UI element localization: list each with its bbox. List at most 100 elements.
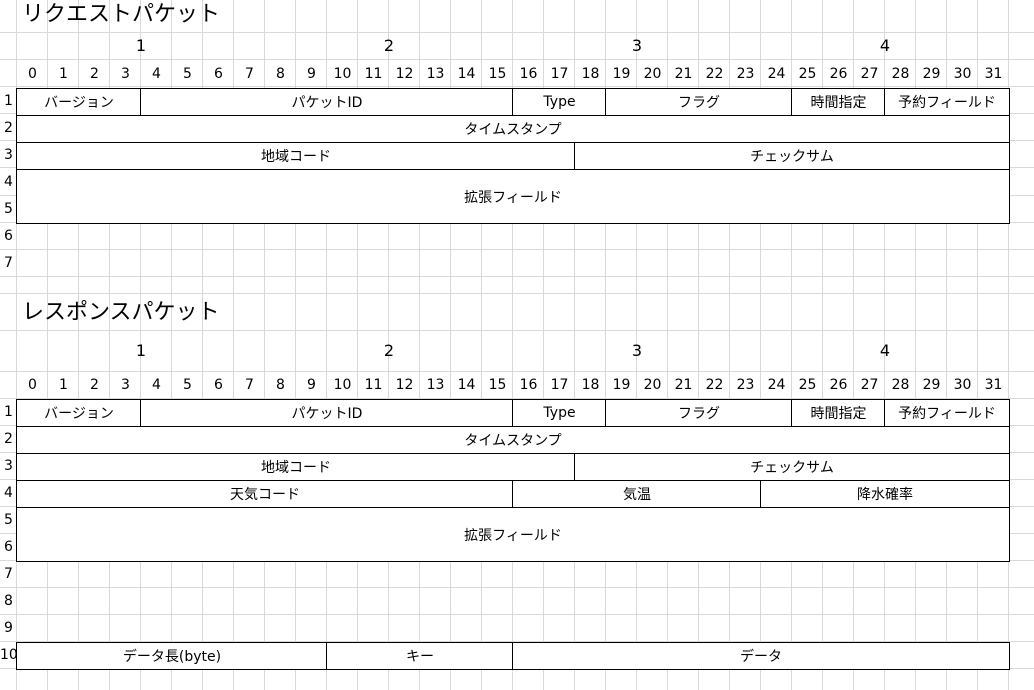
bit-header: 24 <box>767 377 786 393</box>
bit-header: 12 <box>395 66 414 82</box>
byte-header: 2 <box>383 341 395 360</box>
packet-field[interactable]: チェックサム <box>574 142 1010 170</box>
byte-header: 3 <box>631 341 643 360</box>
byte-header: 1 <box>135 36 147 55</box>
grid-line-horizontal <box>0 276 1034 277</box>
bit-header: 21 <box>674 377 693 393</box>
bit-header: 29 <box>922 377 941 393</box>
bit-header: 23 <box>736 377 755 393</box>
packet-field[interactable]: フラグ <box>605 88 793 116</box>
bit-header: 10 <box>333 66 352 82</box>
packet-field[interactable]: 時間指定 <box>791 88 886 116</box>
grid-line-horizontal <box>0 371 1034 372</box>
response-section-title: レスポンスパケット <box>22 300 220 325</box>
bit-header: 23 <box>736 66 755 82</box>
packet-field[interactable]: キー <box>326 642 514 670</box>
bit-header: 25 <box>798 66 817 82</box>
bit-header: 18 <box>581 66 600 82</box>
grid-line-horizontal <box>0 59 1034 60</box>
packet-field[interactable]: バージョン <box>16 399 142 427</box>
bit-header: 17 <box>550 66 569 82</box>
packet-field[interactable]: 地域コード <box>16 453 576 481</box>
bit-header: 27 <box>860 66 879 82</box>
bit-header: 3 <box>121 66 130 82</box>
packet-field[interactable]: チェックサム <box>574 453 1010 481</box>
bit-header: 0 <box>28 66 37 82</box>
bit-header: 7 <box>245 66 254 82</box>
bit-header: 9 <box>307 66 316 82</box>
row-number: 1 <box>4 404 13 420</box>
packet-field[interactable]: Type <box>512 88 607 116</box>
row-number: 6 <box>4 228 13 244</box>
bit-header: 2 <box>90 377 99 393</box>
row-number: 4 <box>4 485 13 501</box>
grid-line-horizontal <box>0 249 1034 250</box>
spreadsheet-grid[interactable]: リクエストパケット 1 2 3 4 0 1 2 3 4 5 6 7 8 9 10 11 12 13 14 15 16 17 1… <box>0 0 1034 690</box>
grid-line-horizontal <box>0 587 1034 588</box>
bit-header: 14 <box>457 66 476 82</box>
packet-field[interactable]: パケットID <box>140 88 514 116</box>
bit-header: 7 <box>245 377 254 393</box>
bit-header: 0 <box>28 377 37 393</box>
bit-header: 6 <box>214 66 223 82</box>
bit-header: 20 <box>643 377 662 393</box>
row-number: 2 <box>4 120 13 136</box>
bit-header: 13 <box>426 377 445 393</box>
packet-field[interactable]: 天気コード <box>16 480 514 508</box>
bit-header: 22 <box>705 66 724 82</box>
bit-header: 21 <box>674 66 693 82</box>
row-number: 3 <box>4 147 13 163</box>
bit-header: 30 <box>953 377 972 393</box>
packet-field[interactable]: バージョン <box>16 88 142 116</box>
row-number: 2 <box>4 431 13 447</box>
grid-line-horizontal <box>0 86 1034 87</box>
row-number: 7 <box>4 255 13 271</box>
byte-header: 3 <box>631 36 643 55</box>
packet-field[interactable]: 予約フィールド <box>884 399 1010 427</box>
bit-header: 22 <box>705 377 724 393</box>
bit-header: 19 <box>612 66 631 82</box>
bit-header: 19 <box>612 377 631 393</box>
request-section-title: リクエストパケット <box>22 2 221 27</box>
packet-field[interactable]: 拡張フィールド <box>16 169 1010 224</box>
bit-header: 13 <box>426 66 445 82</box>
packet-field[interactable]: パケットID <box>140 399 514 427</box>
bit-header: 10 <box>333 377 352 393</box>
row-number: 9 <box>4 620 13 636</box>
packet-field[interactable]: 気温 <box>512 480 762 508</box>
bit-header: 25 <box>798 377 817 393</box>
bit-header: 11 <box>364 377 383 393</box>
grid-line-horizontal <box>0 614 1034 615</box>
bit-header: 2 <box>90 66 99 82</box>
bit-header: 5 <box>183 66 192 82</box>
row-number: 10 <box>0 647 18 663</box>
bit-header: 8 <box>276 377 285 393</box>
bit-header: 5 <box>183 377 192 393</box>
row-number: 3 <box>4 458 13 474</box>
bit-header: 8 <box>276 66 285 82</box>
packet-field[interactable]: タイムスタンプ <box>16 115 1010 143</box>
bit-header: 29 <box>922 66 941 82</box>
bit-header: 20 <box>643 66 662 82</box>
bit-header: 6 <box>214 377 223 393</box>
packet-field[interactable]: データ長(byte) <box>16 642 328 670</box>
bit-header: 9 <box>307 377 316 393</box>
packet-field[interactable]: フラグ <box>605 399 793 427</box>
packet-field[interactable]: 降水確率 <box>760 480 1010 508</box>
packet-field[interactable]: 拡張フィールド <box>16 507 1010 562</box>
packet-field[interactable]: Type <box>512 399 607 427</box>
bit-header: 26 <box>829 66 848 82</box>
packet-field[interactable]: 地域コード <box>16 142 576 170</box>
packet-field[interactable]: データ <box>512 642 1010 670</box>
bit-header: 3 <box>121 377 130 393</box>
bit-header: 17 <box>550 377 569 393</box>
bit-header: 1 <box>59 377 68 393</box>
packet-field[interactable]: 予約フィールド <box>884 88 1010 116</box>
bit-header: 16 <box>519 377 538 393</box>
packet-field[interactable]: タイムスタンプ <box>16 426 1010 454</box>
bit-header: 11 <box>364 66 383 82</box>
grid-line-horizontal <box>0 330 1034 331</box>
row-number: 7 <box>4 566 13 582</box>
bit-header: 16 <box>519 66 538 82</box>
packet-field[interactable]: 時間指定 <box>791 399 886 427</box>
